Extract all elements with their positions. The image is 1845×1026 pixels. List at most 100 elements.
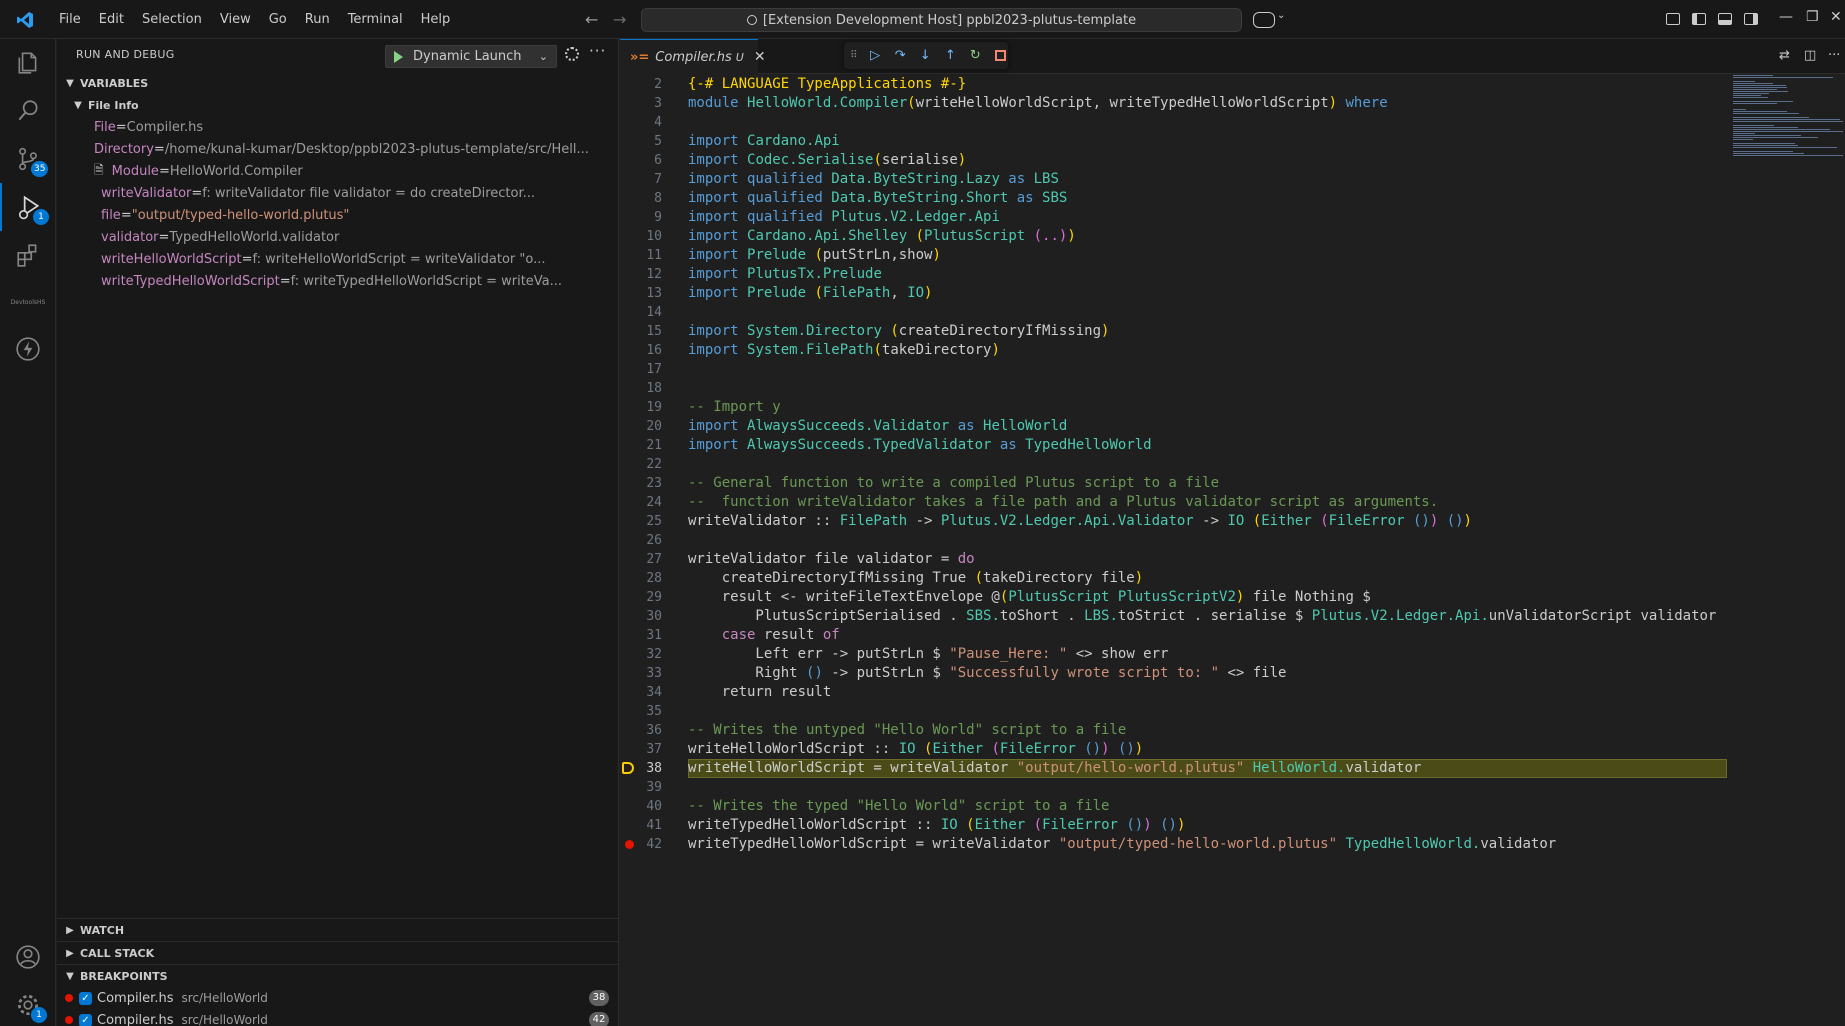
toggle-panel-icon[interactable]	[1718, 13, 1732, 25]
code-line[interactable]: 26	[620, 531, 1845, 550]
code-line[interactable]: 22	[620, 455, 1845, 474]
code-line[interactable]: 27 writeValidator file validator = do	[620, 550, 1845, 569]
variables-section-header[interactable]: ▼ VARIABLES	[57, 72, 619, 94]
code-line[interactable]: 19 -- Import y	[620, 398, 1845, 417]
variable-row[interactable]: writeTypedHelloWorldScript = f: writeTyp…	[57, 270, 619, 292]
manage-gear-icon[interactable]: 1	[0, 981, 56, 1026]
code-line[interactable]: 31 case result of	[620, 626, 1845, 645]
stop-icon[interactable]	[993, 48, 1008, 64]
code-line[interactable]: 32 Left err -> putStrLn $ "Pause_Here: "…	[620, 645, 1845, 664]
variable-row[interactable]: writeValidator = f: writeValidator file …	[57, 182, 619, 204]
breakpoint-item[interactable]: ✓ Compiler.hs src/HelloWorld 42	[57, 1009, 619, 1026]
toggle-secondary-sidebar-icon[interactable]	[1744, 13, 1758, 25]
start-debugging-icon[interactable]	[394, 50, 403, 63]
editor-more-actions-icon[interactable]: ···	[1828, 48, 1840, 63]
code-line[interactable]: 33 Right () -> putStrLn $ "Successfully …	[620, 664, 1845, 683]
menu-file[interactable]: File	[50, 0, 90, 39]
variable-row[interactable]: Directory = /home/kunal-kumar/Desktop/pp…	[57, 138, 619, 160]
source-control-icon[interactable]: 35	[0, 135, 56, 183]
menu-help[interactable]: Help	[412, 0, 460, 39]
launch-config-select[interactable]: Dynamic Launch ⌄	[385, 45, 557, 68]
step-into-icon[interactable]: ↓	[918, 48, 933, 64]
code-line[interactable]: 8 import qualified Data.ByteString.Short …	[620, 189, 1845, 208]
code-line[interactable]: 34 return result	[620, 683, 1845, 702]
breakpoint-checkbox[interactable]: ✓	[79, 1013, 92, 1026]
minimize-icon[interactable]: —	[1779, 9, 1793, 25]
step-over-icon[interactable]: ↷	[893, 48, 908, 64]
lightning-extension-icon[interactable]	[0, 325, 56, 373]
restore-icon[interactable]: ❐	[1806, 9, 1819, 25]
code-line[interactable]: 6 import Codec.Serialise(serialise)	[620, 151, 1845, 170]
code-line[interactable]: 29 result <- writeFileTextEnvelope @(Plu…	[620, 588, 1845, 607]
chevron-down-icon[interactable]: ⌄	[539, 50, 548, 63]
command-center[interactable]: [Extension Development Host] ppbl2023-pl…	[641, 8, 1242, 32]
code-line[interactable]: 23 -- General function to write a compile…	[620, 474, 1845, 493]
variable-row[interactable]: File = Compiler.hs	[57, 116, 619, 138]
code-line[interactable]: 30 PlutusScriptSerialised . SBS.toShort …	[620, 607, 1845, 626]
code-line[interactable]: 24 -- function writeValidator takes a fil…	[620, 493, 1845, 512]
code-line[interactable]: 37 writeHelloWorldScript :: IO (Either (F…	[620, 740, 1845, 759]
code-line[interactable]: 4	[620, 113, 1845, 132]
code-line[interactable]: 13 import Prelude (FilePath, IO)	[620, 284, 1845, 303]
menu-go[interactable]: Go	[260, 0, 296, 39]
code-line[interactable]: 25 writeValidator :: FilePath -> Plutus.V…	[620, 512, 1845, 531]
forward-arrow-icon[interactable]: →	[613, 10, 626, 29]
chevron-down-icon[interactable]: ⌄	[1277, 10, 1285, 21]
code-line[interactable]: 11 import Prelude (putStrLn,show)	[620, 246, 1845, 265]
extensions-icon[interactable]	[0, 231, 56, 279]
code-line[interactable]: 42 writeTypedHelloWorldScript = writeVali…	[620, 835, 1845, 854]
split-editor-icon[interactable]: ◫	[1804, 48, 1816, 63]
code-line[interactable]: 16 import System.FilePath(takeDirectory)	[620, 341, 1845, 360]
code-line[interactable]: 2 {-# LANGUAGE TypeApplications #-}	[620, 75, 1845, 94]
menu-selection[interactable]: Selection	[133, 0, 211, 39]
code-line[interactable]: 35	[620, 702, 1845, 721]
code-line[interactable]: 3 module HelloWorld.Compiler(writeHelloWo…	[620, 94, 1845, 113]
minimap[interactable]	[1733, 75, 1845, 165]
code-line[interactable]: 15 import System.Directory (createDirecto…	[620, 322, 1845, 341]
customize-layout-icon[interactable]	[1666, 13, 1680, 25]
close-tab-icon[interactable]: ✕	[754, 49, 766, 65]
breakpoints-section-header[interactable]: ▼ BREAKPOINTS	[57, 965, 619, 987]
search-sidebar-icon[interactable]	[0, 87, 56, 135]
variable-row[interactable]: writeHelloWorldScript = f: writeHelloWor…	[57, 248, 619, 270]
explorer-icon[interactable]	[0, 39, 56, 87]
account-icon[interactable]	[0, 933, 56, 981]
menu-run[interactable]: Run	[296, 0, 339, 39]
code-line[interactable]: 28 createDirectoryIfMissing True (takeDi…	[620, 569, 1845, 588]
menu-terminal[interactable]: Terminal	[339, 0, 412, 39]
drag-handle-icon[interactable]: ⠿	[850, 48, 858, 64]
code-line[interactable]: 41 writeTypedHelloWorldScript :: IO (Eith…	[620, 816, 1845, 835]
code-line[interactable]: 14	[620, 303, 1845, 322]
open-changes-icon[interactable]: ⇄	[1779, 48, 1790, 63]
code-line[interactable]: 12 import PlutusTx.Prelude	[620, 265, 1845, 284]
code-line[interactable]: 40 -- Writes the typed "Hello World" scri…	[620, 797, 1845, 816]
tab-compiler-hs[interactable]: »= Compiler.hs U ✕	[620, 39, 766, 74]
breakpoint-checkbox[interactable]: ✓	[79, 991, 92, 1005]
toggle-primary-sidebar-icon[interactable]	[1692, 13, 1706, 25]
continue-icon[interactable]: ▷	[868, 48, 883, 64]
variable-row[interactable]: validator = TypedHelloWorld.validator	[57, 226, 619, 248]
menu-view[interactable]: View	[211, 0, 260, 39]
code-line[interactable]: 38 writeHelloWorldScript = writeValidator…	[620, 759, 1845, 778]
breakpoint-item[interactable]: ✓ Compiler.hs src/HelloWorld 38	[57, 987, 619, 1009]
code-line[interactable]: 39	[620, 778, 1845, 797]
copilot-icon[interactable]	[1253, 12, 1275, 28]
close-window-icon[interactable]: ✕	[1830, 9, 1842, 25]
code-line[interactable]: 21 import AlwaysSucceeds.TypedValidator a…	[620, 436, 1845, 455]
call-stack-section-header[interactable]: ▶ CALL STACK	[57, 942, 619, 964]
variable-row[interactable]: file = "output/typed-hello-world.plutus"	[57, 204, 619, 226]
code-line[interactable]: 36 -- Writes the untyped "Hello World" sc…	[620, 721, 1845, 740]
code-line[interactable]: 9 import qualified Plutus.V2.Ledger.Api	[620, 208, 1845, 227]
code-line[interactable]: 5 import Cardano.Api	[620, 132, 1845, 151]
code-line[interactable]: 17	[620, 360, 1845, 379]
file-info-group[interactable]: ▼ File Info	[57, 94, 619, 116]
watch-section-header[interactable]: ▶ WATCH	[57, 919, 619, 941]
code-line[interactable]: 20 import AlwaysSucceeds.Validator as Hel…	[620, 417, 1845, 436]
run-and-debug-icon[interactable]: 1	[0, 183, 56, 231]
variable-row[interactable]: 🗎 Module = HelloWorld.Compiler	[57, 160, 619, 182]
back-arrow-icon[interactable]: ←	[585, 10, 598, 29]
code-line[interactable]: 10 import Cardano.Api.Shelley (PlutusScri…	[620, 227, 1845, 246]
step-out-icon[interactable]: ↑	[943, 48, 958, 64]
code-line[interactable]: 7 import qualified Data.ByteString.Lazy a…	[620, 170, 1845, 189]
open-launch-json-gear-icon[interactable]	[565, 47, 579, 61]
